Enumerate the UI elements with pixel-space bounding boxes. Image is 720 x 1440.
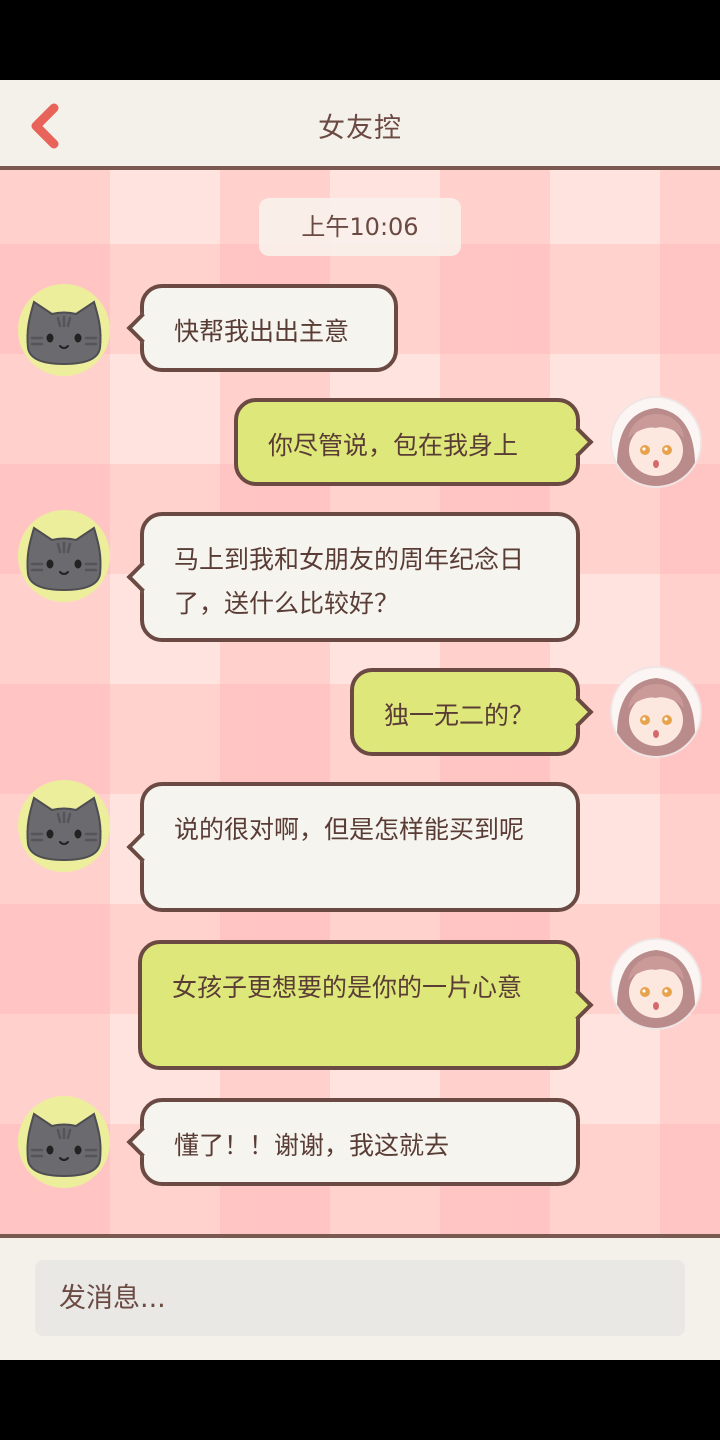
- message-input[interactable]: [35, 1260, 685, 1336]
- message-bubble[interactable]: 快帮我出出主意: [126, 284, 398, 372]
- message-bubble[interactable]: 你尽管说，包在我身上: [234, 398, 594, 486]
- bubble-tail: [562, 696, 594, 728]
- timestamp: 上午10:06: [259, 198, 461, 256]
- composer-bar: [0, 1234, 720, 1360]
- girl-avatar[interactable]: [610, 938, 702, 1030]
- message-text: 马上到我和女朋友的周年纪念日了，送什么比较好？: [174, 545, 525, 618]
- cat-avatar[interactable]: [18, 780, 110, 872]
- cat-avatar[interactable]: [18, 284, 110, 376]
- cat-avatar[interactable]: [18, 510, 110, 602]
- bubble-tail: [126, 1126, 158, 1158]
- status-bar: [0, 0, 720, 80]
- cat-avatar[interactable]: [18, 1096, 110, 1188]
- bubble-tail: [562, 989, 594, 1021]
- cat-face-icon: [26, 1112, 102, 1178]
- message-bubble[interactable]: 懂了！！谢谢，我这就去: [126, 1098, 580, 1186]
- girl-avatar[interactable]: [610, 396, 702, 488]
- cat-face-icon: [26, 300, 102, 366]
- message-text: 快帮我出出主意: [174, 317, 350, 346]
- bubble-tail: [562, 426, 594, 458]
- header-bar: 女友控: [0, 80, 720, 170]
- message-text: 你尽管说，包在我身上: [268, 431, 519, 460]
- message-bubble[interactable]: 女孩子更想要的是你的一片心意: [138, 940, 594, 1070]
- cat-face-icon: [26, 796, 102, 862]
- message-text: 懂了！！谢谢，我这就去: [174, 1131, 450, 1160]
- bubble-tail: [126, 312, 158, 344]
- girl-face-icon: [612, 668, 700, 756]
- girl-face-icon: [612, 398, 700, 486]
- girl-face-icon: [612, 940, 700, 1028]
- page-title: 女友控: [318, 113, 402, 144]
- cat-face-icon: [26, 526, 102, 592]
- message-bubble[interactable]: 独一无二的？: [350, 668, 594, 756]
- system-nav-bar: [0, 1360, 720, 1440]
- message-bubble[interactable]: 马上到我和女朋友的周年纪念日了，送什么比较好？: [126, 512, 580, 642]
- phone-screen: 女友控 上午10:06 快帮我出出主意 你尽管说，包在我身上 马上到我和女朋友的…: [0, 0, 720, 1440]
- chat-area[interactable]: 上午10:06 快帮我出出主意 你尽管说，包在我身上 马上到我和女朋友的周年纪念…: [0, 170, 720, 1234]
- message-bubble[interactable]: 说的很对啊，但是怎样能买到呢: [126, 782, 580, 912]
- bubble-tail: [126, 831, 158, 863]
- message-text: 女孩子更想要的是你的一片心意: [172, 973, 523, 1002]
- girl-avatar[interactable]: [610, 666, 702, 758]
- message-text: 独一无二的？: [384, 701, 535, 730]
- bubble-tail: [126, 561, 158, 593]
- message-text: 说的很对啊，但是怎样能买到呢: [174, 815, 525, 844]
